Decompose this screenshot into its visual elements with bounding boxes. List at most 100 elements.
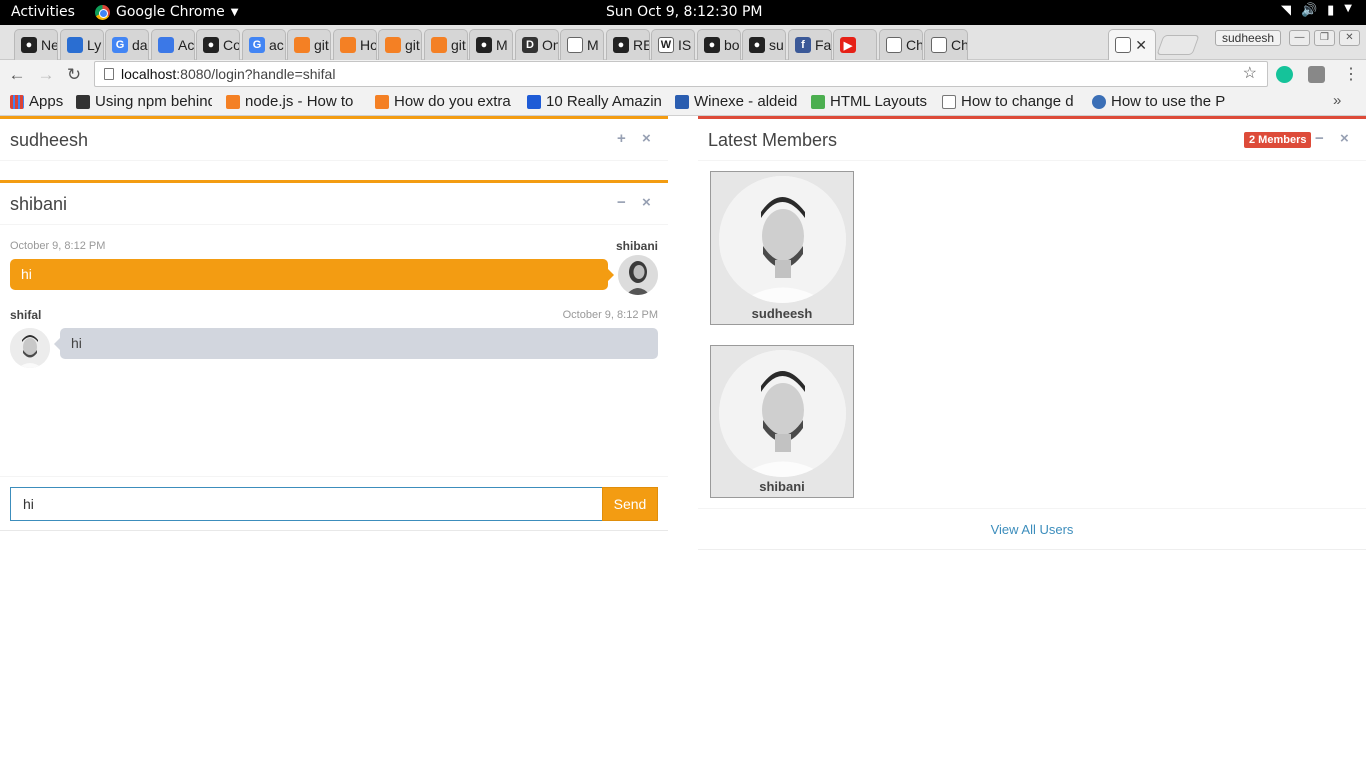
chrome-menu-icon[interactable]: ⋮ <box>1343 64 1359 84</box>
browser-tab[interactable]: W IS <box>651 29 695 60</box>
browser-tab[interactable]: M <box>560 29 604 60</box>
apps-grid-icon <box>10 94 24 109</box>
close-tab-icon[interactable]: ✕ <box>1135 37 1147 54</box>
collapse-minus-icon[interactable]: − <box>617 194 626 211</box>
profile-button[interactable]: sudheesh <box>1215 30 1282 46</box>
bookmark-item[interactable]: 10 Really Amazin <box>527 93 661 110</box>
browser-tab[interactable]: ● M <box>469 29 513 60</box>
bookmarks-bar: Apps Using npm behind node.js - How to H… <box>0 89 1366 116</box>
chat-box-header: shibani − × <box>0 183 668 225</box>
members-count-badge: 2 Members <box>1244 132 1312 148</box>
tab-strip: sudheesh — ❐ ✕ ● Ne Ly Gda Ac ● Co Gac git Ho git g… <box>0 25 1366 60</box>
reload-icon[interactable]: ↻ <box>63 64 85 86</box>
browser-tab[interactable]: ● Co <box>196 29 240 60</box>
page-info-icon[interactable] <box>104 68 114 80</box>
member-card[interactable]: sudheesh <box>710 171 854 325</box>
bookmark-item[interactable]: HTML Layouts <box>811 93 927 110</box>
close-window-icon[interactable]: ✕ <box>1339 30 1360 46</box>
tab-title: Ch <box>951 37 968 53</box>
bookmark-apps[interactable]: Apps <box>10 93 63 110</box>
page-icon <box>931 37 947 53</box>
github-icon: ● <box>21 37 37 53</box>
browser-tab[interactable]: ✕ <box>1108 29 1156 60</box>
browser-tab[interactable]: Ch <box>924 29 968 60</box>
maximize-icon[interactable]: ❐ <box>1314 30 1335 46</box>
user-box: sudheesh + × <box>0 116 668 161</box>
browser-tab[interactable]: git <box>378 29 422 60</box>
member-name[interactable]: sudheesh <box>711 306 853 321</box>
wifi-icon: ◥ <box>1280 3 1291 18</box>
chat-footer: Send <box>0 476 668 531</box>
close-icon[interactable]: × <box>1340 130 1349 147</box>
collapse-minus-icon[interactable]: − <box>1315 130 1324 147</box>
browser-tab[interactable]: ● bo <box>697 29 741 60</box>
bookmark-item[interactable]: How do you extra <box>375 93 513 110</box>
browser-tab[interactable]: Ho <box>333 29 377 60</box>
battery-icon: ▮ <box>1327 3 1335 18</box>
bookmark-item[interactable]: Winexe - aldeid <box>675 93 797 110</box>
browser-tab[interactable]: ▶ <box>833 29 877 60</box>
system-status-area[interactable]: ◥ 🔊 ▮ ▼ <box>1281 3 1352 18</box>
male-avatar-icon <box>719 350 846 477</box>
page-icon <box>1115 37 1131 53</box>
activities-button[interactable]: Activities <box>11 4 75 20</box>
bookmark-label: node.js - How to <box>245 93 354 110</box>
github-icon: ● <box>749 37 765 53</box>
d-icon: D <box>522 37 538 53</box>
grammarly-extension-icon[interactable] <box>1276 66 1293 83</box>
bookmark-item[interactable]: How to use the P <box>1092 93 1228 110</box>
browser-tab[interactable]: Ch <box>879 29 923 60</box>
close-icon[interactable]: × <box>642 130 651 147</box>
github-icon: ● <box>203 37 219 53</box>
member-name[interactable]: shibani <box>711 479 853 494</box>
bookmark-star-icon[interactable]: ☆ <box>1243 62 1257 86</box>
message-sender: shibani <box>615 239 658 253</box>
tab-title: da <box>132 37 148 53</box>
stackoverflow-icon <box>431 37 447 53</box>
bookmark-item[interactable]: Using npm behind <box>76 93 212 110</box>
address-bar[interactable]: localhost:8080/login?handle=shifal ☆ <box>94 61 1268 87</box>
browser-tab[interactable]: git <box>424 29 468 60</box>
browser-tab[interactable]: Ly <box>60 29 104 60</box>
browser-tab[interactable]: Ac <box>151 29 195 60</box>
bookmarks-overflow-button[interactable]: » <box>1333 92 1341 109</box>
member-card[interactable]: shibani <box>710 345 854 498</box>
browser-tab[interactable]: D On <box>515 29 559 60</box>
page-icon <box>567 37 583 53</box>
expand-plus-icon[interactable]: + <box>617 130 626 147</box>
app-menu[interactable]: Google Chrome ▼ <box>95 4 238 20</box>
extension-icon[interactable] <box>1308 66 1325 83</box>
forward-icon[interactable]: → <box>35 64 57 86</box>
wikipedia-icon: W <box>658 37 674 53</box>
browser-tab[interactable]: ● su <box>742 29 786 60</box>
member-photo <box>719 350 846 477</box>
app-name: Google Chrome <box>116 4 225 20</box>
browser-tab[interactable]: ● Ne <box>14 29 58 60</box>
browser-tab[interactable]: Gac <box>242 29 286 60</box>
send-button[interactable]: Send <box>602 487 658 521</box>
minimize-icon[interactable]: — <box>1289 30 1310 46</box>
clock[interactable]: Sun Oct 9, 8:12:30 PM <box>606 4 763 20</box>
chevron-down-icon: ▼ <box>1344 3 1352 14</box>
new-tab-button[interactable] <box>1156 35 1200 55</box>
browser-tab[interactable]: Gda <box>105 29 149 60</box>
close-icon[interactable]: × <box>642 194 651 211</box>
members-box-header: Latest Members 2 Members − × <box>698 119 1366 161</box>
browser-tab[interactable]: git <box>287 29 331 60</box>
bookmark-item[interactable]: node.js - How to <box>226 93 358 110</box>
bookmark-item[interactable]: How to change d <box>942 93 1078 110</box>
browser-tab[interactable]: f Fa <box>788 29 832 60</box>
tab-title: git <box>451 37 466 53</box>
tab-title: ac <box>269 37 284 53</box>
volume-icon: 🔊 <box>1300 3 1318 18</box>
stackoverflow-icon <box>226 94 240 109</box>
female-avatar-icon <box>618 255 658 295</box>
message-input[interactable] <box>10 487 603 521</box>
back-icon[interactable]: ← <box>6 64 28 86</box>
members-box-title: Latest Members <box>708 130 838 150</box>
google-icon: G <box>249 37 265 53</box>
browser-tab[interactable]: ●RE <box>606 29 650 60</box>
system-top-bar: Activities Google Chrome ▼ Sun Oct 9, 8:… <box>0 0 1366 25</box>
stackoverflow-icon <box>375 94 389 109</box>
view-all-users-link[interactable]: View All Users <box>698 508 1366 550</box>
